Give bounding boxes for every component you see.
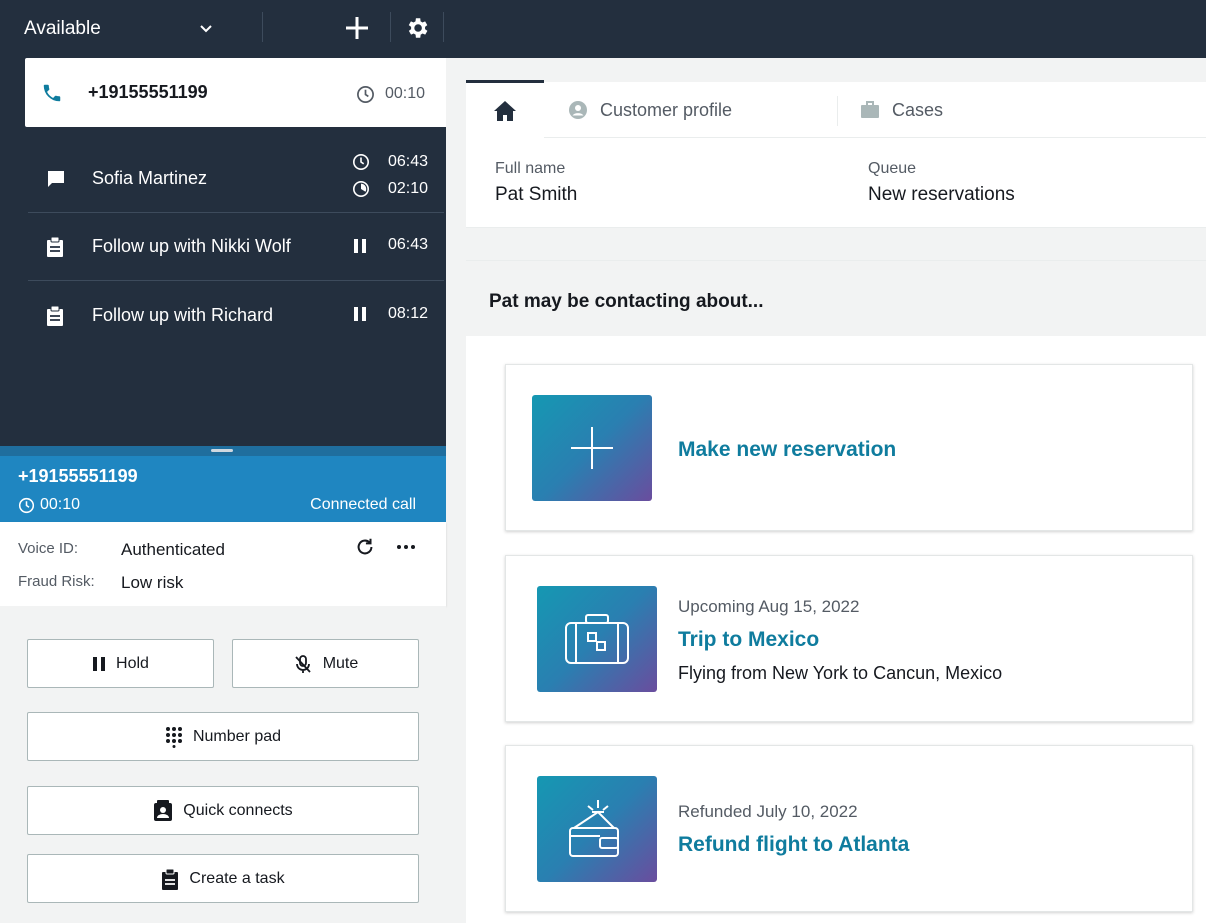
divider <box>837 96 838 126</box>
contact-item-sofia-martinez[interactable]: Sofia Martinez 06:43 02:10 <box>28 145 444 213</box>
quick-connects-button[interactable]: Quick connects <box>27 786 419 835</box>
divider <box>262 12 263 42</box>
keypad-icon <box>165 726 182 748</box>
suggestions-heading: Pat may be contacting about... <box>489 291 764 312</box>
suggestions-header: Pat may be contacting about... <box>466 260 1206 336</box>
agent-status-dropdown[interactable]: Available <box>0 0 262 58</box>
add-contact-button[interactable] <box>341 12 373 44</box>
plus-icon <box>571 427 613 469</box>
more-options-icon[interactable] <box>396 544 416 550</box>
task-icon <box>47 306 63 326</box>
plus-icon <box>346 17 368 39</box>
mute-label: Mute <box>322 654 359 672</box>
queue-value: New reservations <box>868 184 1015 205</box>
wallet-refund-icon <box>569 800 619 857</box>
mute-button[interactable]: Mute <box>232 639 419 688</box>
phone-icon <box>43 84 61 102</box>
voice-id-panel: Voice ID: Authenticated Fraud Risk: Low … <box>0 522 446 606</box>
suggestion-title: Refund flight to Atlanta <box>678 833 910 856</box>
call-duration: 00:10 <box>40 496 81 513</box>
task-icon <box>162 868 179 890</box>
contact-item-label: Follow up with Nikki Wolf <box>92 236 291 256</box>
suggestion-tile <box>537 586 657 692</box>
active-contact-number: +19155551199 <box>88 82 208 102</box>
suggestion-card-new-reservation[interactable]: Make new reservation <box>505 364 1193 531</box>
divider <box>443 12 444 42</box>
contact-item-time: 08:12 <box>387 305 428 322</box>
tab-cases[interactable]: Cases <box>860 82 943 138</box>
chat-icon <box>48 171 64 187</box>
voice-id-value: Authenticated <box>121 540 225 559</box>
microphone-muted-icon <box>295 654 311 673</box>
call-number: +19155551199 <box>18 466 138 486</box>
resize-grip <box>211 449 233 452</box>
customer-summary: Full name Pat Smith Queue New reservatio… <box>466 138 1206 228</box>
settings-button[interactable] <box>401 12 433 44</box>
hold-button[interactable]: Hold <box>27 639 214 688</box>
clock-icon <box>357 86 374 103</box>
contact-book-icon <box>154 799 173 821</box>
fraud-risk-label: Fraud Risk: <box>18 573 95 590</box>
briefcase-icon <box>861 101 879 118</box>
contact-item-time: 06:43 <box>387 153 428 170</box>
tab-customer-profile[interactable]: Customer profile <box>568 82 732 138</box>
create-task-label: Create a task <box>189 869 285 887</box>
contact-item-time: 06:43 <box>387 236 428 253</box>
gear-icon <box>408 18 428 38</box>
contact-item-richard[interactable]: Follow up with Richard 08:12 <box>28 281 444 349</box>
suggestion-title: Trip to Mexico <box>678 628 820 651</box>
active-contact-tab[interactable]: +19155551199 00:10 <box>25 58 446 127</box>
divider <box>390 12 391 42</box>
full-name-value: Pat Smith <box>495 184 578 205</box>
voice-id-label: Voice ID: <box>18 540 79 557</box>
suggestion-card-refund-atlanta[interactable]: Refunded July 10, 2022 Refund flight to … <box>505 745 1193 912</box>
pause-icon <box>354 239 366 253</box>
timer-icon <box>352 180 370 198</box>
agent-status-label: Available <box>24 18 101 39</box>
contact-item-label: Sofia Martinez <box>92 168 208 188</box>
suggestion-date: Upcoming Aug 15, 2022 <box>678 597 860 616</box>
call-status: Connected call <box>310 496 416 513</box>
quick-connects-label: Quick connects <box>183 801 293 819</box>
suggestion-card-trip-mexico[interactable]: Upcoming Aug 15, 2022 Trip to Mexico Fly… <box>505 555 1193 722</box>
user-circle-icon <box>569 101 587 119</box>
queue-label: Queue <box>868 160 917 177</box>
tab-home[interactable] <box>466 80 544 138</box>
suggestion-date: Refunded July 10, 2022 <box>678 802 858 821</box>
number-pad-label: Number pad <box>192 727 282 745</box>
suggestion-title: Make new reservation <box>678 438 897 461</box>
active-contact-duration: 00:10 <box>385 85 426 102</box>
contact-item-time: 02:10 <box>387 180 428 197</box>
chevron-down-icon <box>200 25 212 33</box>
suitcase-icon <box>565 614 629 664</box>
hold-label: Hold <box>116 654 149 672</box>
workspace-tabs: Customer profile Cases <box>466 80 1206 138</box>
clock-icon <box>352 153 370 171</box>
create-task-button[interactable]: Create a task <box>27 854 419 903</box>
tab-label: Cases <box>892 99 944 120</box>
panel-resize-handle[interactable] <box>0 446 446 456</box>
tab-label: Customer profile <box>600 99 733 120</box>
contact-item-label: Follow up with Richard <box>92 305 274 325</box>
fraud-risk-value: Low risk <box>121 573 184 592</box>
pause-icon <box>93 656 106 671</box>
call-header: +19155551199 00:10 Connected call <box>0 456 446 522</box>
suggestion-tile <box>532 395 652 501</box>
clock-icon <box>18 497 35 514</box>
pause-icon <box>354 307 366 321</box>
top-bar: Available <box>0 0 1206 58</box>
contact-item-nikki-wolf[interactable]: Follow up with Nikki Wolf 06:43 <box>28 213 444 281</box>
number-pad-button[interactable]: Number pad <box>27 712 419 761</box>
task-icon <box>47 237 63 257</box>
suggestion-description: Flying from New York to Cancun, Mexico <box>678 663 1003 683</box>
spacer <box>466 228 1206 260</box>
full-name-label: Full name <box>495 160 566 177</box>
suggestion-tile <box>537 776 657 882</box>
refresh-icon[interactable] <box>354 536 376 558</box>
home-icon <box>494 100 516 121</box>
